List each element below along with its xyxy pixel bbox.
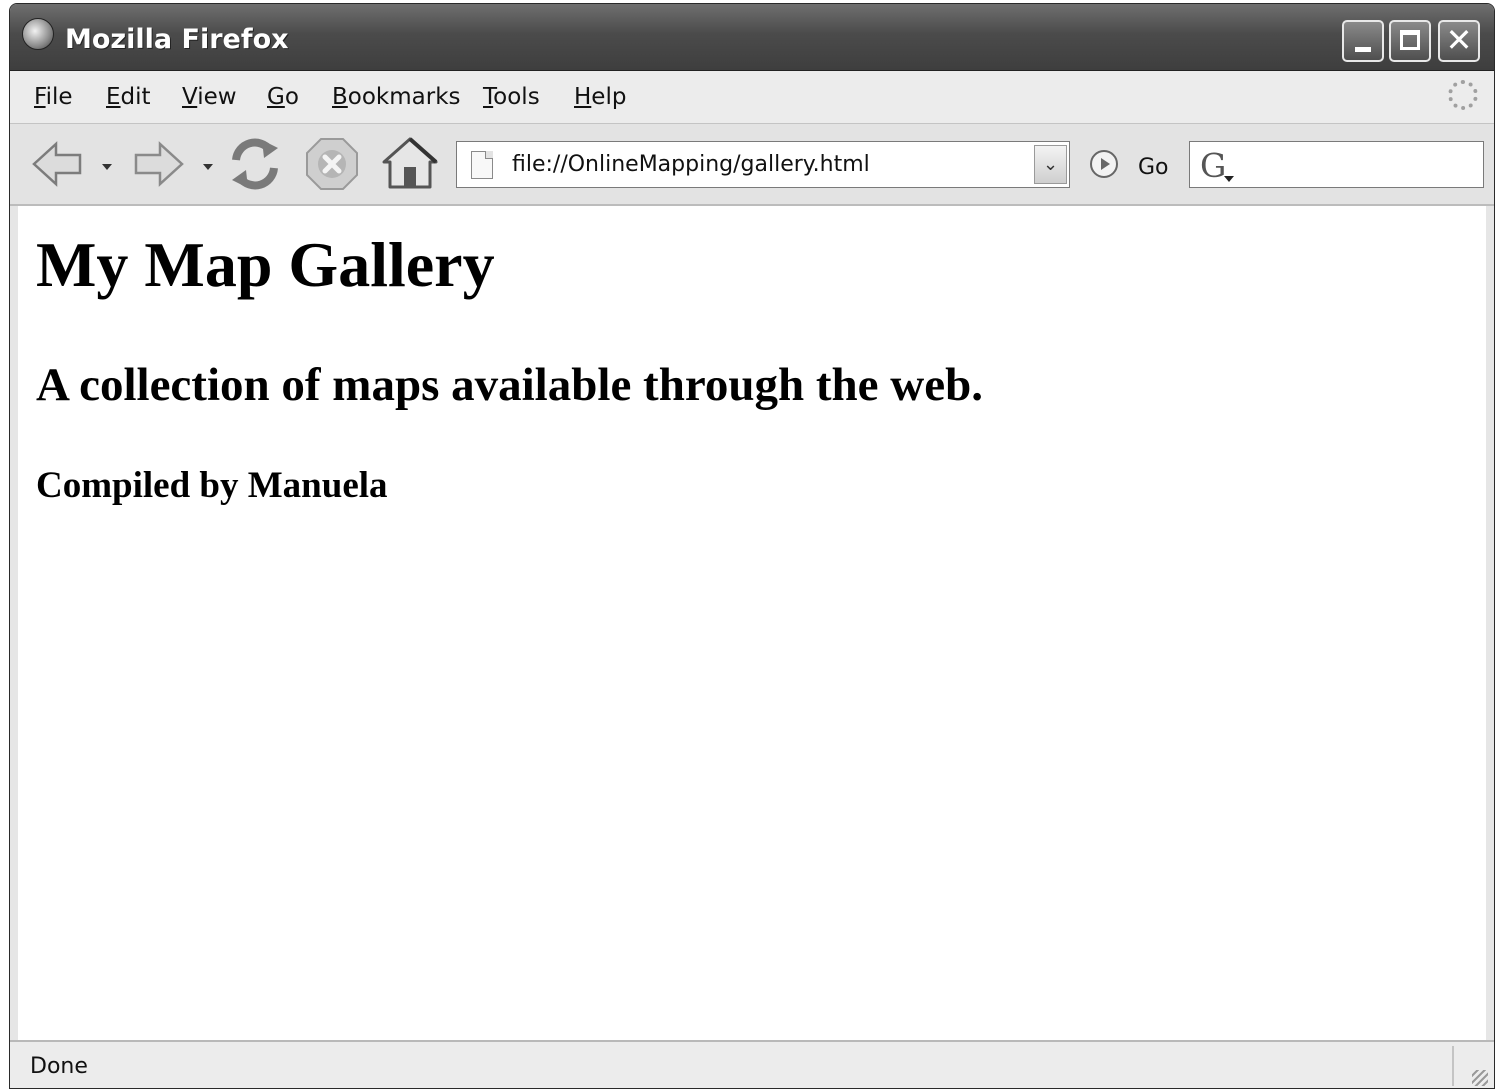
search-box[interactable]: G: [1189, 141, 1484, 188]
page-heading: My Map Gallery: [36, 229, 495, 300]
maximize-button[interactable]: [1389, 20, 1431, 62]
browser-window: Mozilla Firefox ✕ File Edit View Go Book…: [9, 3, 1495, 1089]
page-byline: Compiled by Manuela: [36, 465, 388, 506]
page-content: My Map Gallery A collection of maps avai…: [18, 206, 1486, 1040]
menu-bookmarks[interactable]: Bookmarks: [332, 84, 461, 110]
status-text: Done: [30, 1054, 88, 1079]
navigation-toolbar: file://OnlineMapping/gallery.html ⌄ Go G: [10, 124, 1494, 206]
menu-go[interactable]: Go: [267, 84, 299, 110]
close-button[interactable]: ✕: [1438, 20, 1480, 62]
menu-bar: File Edit View Go Bookmarks Tools Help: [10, 71, 1494, 124]
menu-edit[interactable]: Edit: [106, 84, 151, 110]
menu-file[interactable]: File: [34, 84, 73, 110]
go-button[interactable]: Go: [1138, 155, 1169, 180]
address-bar[interactable]: file://OnlineMapping/gallery.html ⌄: [456, 141, 1070, 188]
minimize-button[interactable]: [1342, 20, 1384, 62]
throbber-icon: [1448, 80, 1478, 110]
title-bar[interactable]: Mozilla Firefox ✕: [10, 4, 1494, 71]
firefox-logo-icon: [22, 18, 54, 50]
menu-help[interactable]: Help: [574, 84, 626, 110]
maximize-icon: [1400, 30, 1420, 50]
resize-grip-icon[interactable]: [1472, 1070, 1488, 1086]
url-input[interactable]: file://OnlineMapping/gallery.html: [512, 152, 870, 177]
menu-view[interactable]: View: [182, 84, 237, 110]
page-icon: [471, 151, 493, 179]
back-arrow-icon[interactable]: [30, 138, 86, 190]
url-history-dropdown[interactable]: ⌄: [1034, 145, 1067, 184]
go-arrow-icon[interactable]: [1090, 150, 1118, 178]
window-title: Mozilla Firefox: [65, 24, 289, 55]
status-bar: Done: [10, 1040, 1494, 1088]
search-engine-dropdown-icon[interactable]: [1224, 176, 1234, 182]
forward-history-dropdown[interactable]: [203, 164, 213, 170]
forward-arrow-icon[interactable]: [130, 138, 186, 190]
back-history-dropdown[interactable]: [102, 164, 112, 170]
search-engine-google-icon[interactable]: G: [1200, 146, 1226, 185]
stop-icon[interactable]: [304, 136, 360, 192]
minimize-icon: [1355, 47, 1371, 52]
page-subheading: A collection of maps available through t…: [36, 359, 983, 411]
status-divider: [1452, 1046, 1454, 1086]
menu-tools[interactable]: Tools: [483, 84, 540, 110]
home-icon[interactable]: [380, 134, 440, 192]
close-icon: ✕: [1445, 21, 1473, 59]
reload-icon[interactable]: [226, 136, 284, 192]
